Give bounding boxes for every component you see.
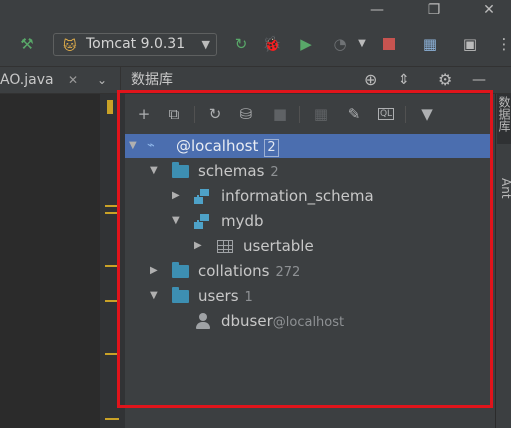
rerun-icon[interactable]: ↻ <box>231 34 251 54</box>
chevron-down-icon[interactable]: ▼ <box>352 34 372 54</box>
run-config-selector[interactable]: 🐱 Tomcat 9.0.31 ▼ <box>53 33 217 56</box>
chevron-down-icon: ▼ <box>201 38 210 51</box>
overflow-icon[interactable]: ⋮ <box>494 34 511 54</box>
close-button[interactable]: ✕ <box>466 0 511 22</box>
right-tool-strip: 数据库 Ant <box>495 94 511 428</box>
main-toolbar: ⚒ 🐱 Tomcat 9.0.31 ▼ ↻ 🐞 ▶ ◔ ▼ ▦ ▣ ⋮ <box>0 24 511 67</box>
editor-tab-label: AO.java <box>0 72 54 88</box>
tool-tab-database[interactable]: 数据库 <box>497 96 511 132</box>
tool-tab-ant[interactable]: Ant <box>497 178 511 199</box>
chevron-down-icon[interactable]: ⌄ <box>97 67 107 93</box>
debug-icon[interactable]: 🐞 <box>262 34 282 54</box>
editor-area[interactable] <box>0 94 100 428</box>
highlight-box <box>117 90 493 408</box>
minimize-button[interactable]: — <box>354 0 400 22</box>
restore-button[interactable]: ❐ <box>411 0 457 22</box>
project-structure-icon[interactable]: ▦ <box>420 34 440 54</box>
gutter-marker <box>105 418 119 420</box>
editor-tab[interactable]: AO.java ✕ <box>0 67 82 93</box>
presentation-icon[interactable]: ▣ <box>460 34 480 54</box>
run-config-label: Tomcat 9.0.31 <box>86 36 186 52</box>
gutter-marker <box>107 100 113 114</box>
coverage-icon[interactable]: ▶ <box>296 34 316 54</box>
title-bar: — ❐ ✕ <box>0 0 511 24</box>
stop-icon[interactable] <box>379 34 399 54</box>
tomcat-icon: 🐱 <box>63 39 77 54</box>
profile-icon[interactable]: ◔ <box>330 34 350 54</box>
close-icon[interactable]: ✕ <box>68 73 78 87</box>
hammer-icon[interactable]: ⚒ <box>17 34 37 54</box>
